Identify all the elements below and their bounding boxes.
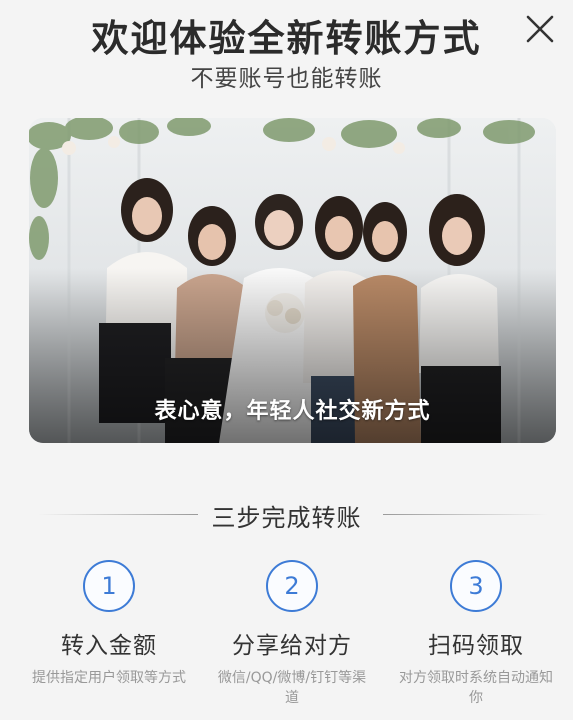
step-number-badge: 1 [83, 560, 135, 612]
step-item-2: 2 分享给对方 微信/QQ/微博/钉钉等渠道 [199, 560, 385, 708]
steps-heading: 三步完成转账 [211, 504, 362, 532]
page-title: 欢迎体验全新转账方式 [91, 17, 482, 60]
promo-banner: 表心意，年轻人社交新方式 [29, 118, 556, 443]
step-description: 对方领取时系统自动通知你 [399, 670, 553, 706]
step-name: 转入金额 [61, 633, 157, 659]
divider-right [383, 514, 548, 515]
step-item-1: 1 转入金额 提供指定用户领取等方式 [16, 560, 202, 688]
steps-section-header: 三步完成转账 [0, 498, 573, 532]
step-number-badge: 2 [266, 560, 318, 612]
banner-caption: 表心意，年轻人社交新方式 [154, 399, 431, 424]
step-description: 提供指定用户领取等方式 [32, 670, 186, 686]
step-item-3: 3 扫码领取 对方领取时系统自动通知你 [383, 560, 569, 708]
step-number-badge: 3 [450, 560, 502, 612]
page-subtitle: 不要账号也能转账 [190, 66, 383, 92]
step-name: 分享给对方 [232, 633, 352, 659]
close-button[interactable] [523, 12, 557, 46]
transfer-intro-page: 欢迎体验全新转账方式 不要账号也能转账 表心意，年轻人社交新方式 三步完成转账 … [0, 0, 573, 720]
close-icon[interactable] [523, 12, 557, 46]
step-name: 扫码领取 [428, 633, 524, 659]
step-description: 微信/QQ/微博/钉钉等渠道 [217, 670, 367, 706]
